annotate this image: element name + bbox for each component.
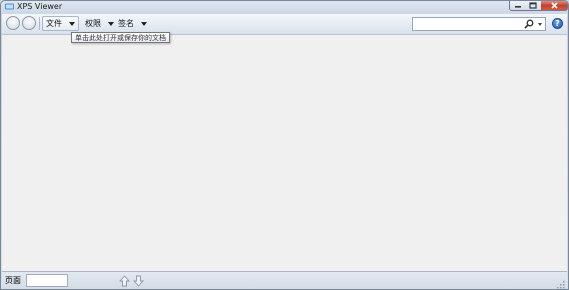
- signatures-menu[interactable]: 签名: [115, 16, 150, 31]
- search-box[interactable]: [412, 17, 546, 31]
- page-number-input[interactable]: [28, 275, 66, 286]
- search-icon[interactable]: [524, 19, 534, 29]
- help-button[interactable]: ?: [552, 18, 563, 29]
- chevron-down-icon: [69, 21, 75, 26]
- page-label: 页面: [5, 276, 21, 285]
- window-title: XPS Viewer: [17, 2, 63, 11]
- page-number-box[interactable]: [26, 274, 68, 287]
- next-page-icon[interactable]: [133, 275, 144, 287]
- back-button[interactable]: [6, 16, 20, 30]
- search-options-chevron-icon[interactable]: [538, 23, 542, 26]
- close-button[interactable]: [541, 1, 568, 11]
- search-input[interactable]: [415, 18, 523, 30]
- status-bar: 页面: [2, 271, 567, 290]
- minimize-icon: [514, 6, 521, 8]
- xps-app-icon: [5, 3, 14, 10]
- document-area[interactable]: [2, 35, 567, 271]
- resize-grip-icon[interactable]: [556, 280, 566, 290]
- maximize-icon: [529, 1, 537, 9]
- previous-page-icon[interactable]: [119, 275, 130, 287]
- minimize-button[interactable]: [509, 1, 526, 11]
- permissions-menu-label: 权限: [85, 19, 101, 28]
- help-icon: ?: [555, 19, 560, 28]
- close-icon: [550, 1, 558, 9]
- file-menu-tooltip: 单击此处打开或保存你的文档: [71, 32, 170, 43]
- maximize-button[interactable]: [525, 1, 542, 11]
- permissions-menu[interactable]: 权限: [82, 16, 117, 31]
- chevron-down-icon: [108, 21, 114, 26]
- file-menu-label: 文件: [46, 19, 62, 28]
- toolbar-separator: [39, 17, 40, 30]
- forward-button[interactable]: [22, 16, 36, 30]
- title-bar[interactable]: XPS Viewer: [1, 1, 568, 13]
- chevron-down-icon: [141, 21, 147, 26]
- signatures-menu-label: 签名: [118, 19, 134, 28]
- file-menu[interactable]: 文件: [42, 16, 79, 31]
- xps-viewer-window: XPS Viewer 文件 权限 签名 ? 单击此处打开或保存你的文档 页面: [0, 0, 569, 290]
